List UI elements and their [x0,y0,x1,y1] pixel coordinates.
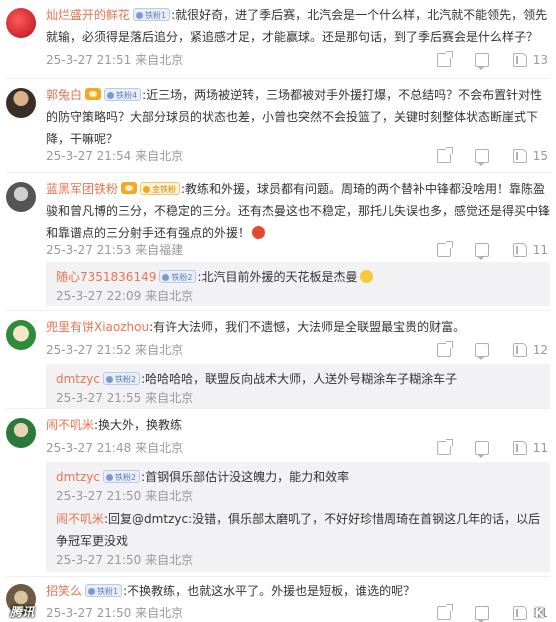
reply-text: :哈哈哈哈，联盟反向战术大师，人送外号糊涂车子糊涂车子 [141,372,458,386]
reply-meta: 25-3-27 22:09 来自北京 [56,289,194,303]
share-icon[interactable] [436,604,453,620]
reply-username[interactable]: 随心7351836149 [56,270,156,284]
comment-icon[interactable] [474,606,489,622]
username[interactable]: 郭兔白 [46,88,82,102]
divider [6,408,550,409]
reply-text: :首钢俱乐部估计没这魄力，能力和效率 [141,470,350,484]
username[interactable]: 兜里有饼Xiaozhou [46,320,149,334]
comment-text: :换大外，换教练 [94,418,183,432]
comment-meta: 25-3-27 21:48 来自北京 [46,441,184,455]
reply-username[interactable]: dmtzyc [56,372,100,386]
comment-meta: 25-3-27 21:53 来自福建 [46,243,184,257]
fan-badge: 铁粉2 [103,470,141,483]
like-icon[interactable] [512,343,527,357]
fan-badge-icon [162,273,170,281]
share-icon[interactable] [436,147,453,163]
reply-meta: 25-3-27 21:55 来自北京 [56,391,194,405]
comment-actions: 11 [436,439,548,458]
reply: dmtzyc 铁粉2:首钢俱乐部估计没这魄力，能力和效率 25-3-27 21:5… [46,462,550,506]
share-icon[interactable] [436,341,453,357]
share-icon[interactable] [436,51,453,67]
like-count: 15 [532,149,548,163]
laugh-emoji-icon [359,270,373,283]
like-icon[interactable] [512,243,527,257]
share-icon[interactable] [436,439,453,455]
reply: 随心7351836149 铁粉2:北汽目前外援的天花板是杰曼 25-3-27 22… [46,262,550,306]
comment-actions: 12 [436,341,548,360]
fan-badge-icon [143,185,151,193]
like-count: 11 [532,243,548,257]
reply-text: :回复@dmtzyc:没错，俱乐部太磨叽了，不好好珍惜周琦在首钢这几年的话，以后… [56,512,541,548]
watermark-logo: 腾讯 [10,605,35,619]
comment-text: :有许大法师，我们不遗憾，大法师是全联盟最宝贵的财富。 [149,320,466,334]
like-count: 12 [532,343,548,357]
comment-icon[interactable] [474,343,489,360]
comment-meta: 25-3-27 21:50 来自北京 [46,606,184,620]
avatar[interactable] [6,88,36,118]
comment-meta: 25-3-27 21:51 来自北京 [46,53,184,67]
username[interactable]: 灿烂盛开的鲜花 [46,8,130,22]
reply-meta: 25-3-27 21:50 来自北京 [56,489,194,503]
comment-icon[interactable] [474,149,489,166]
watermark-mark: K [534,606,544,620]
fan-badge: 铁粉2 [103,372,141,385]
fan-badge: 铁粉1 [85,584,123,597]
reply: 闹不叽米:回复@dmtzyc:没错，俱乐部太磨叽了，不好好珍惜周琦在首钢这几年的… [46,506,550,572]
vip-icon [121,182,138,194]
fan-badge-icon [106,375,114,383]
like-count: 11 [532,441,548,455]
divider [6,78,550,79]
fan-badge: 铁粉1 [133,8,171,21]
share-icon[interactable] [436,241,453,257]
reply-username[interactable]: 闹不叽米 [56,512,104,526]
comment-actions: 13 [436,51,548,70]
username[interactable]: 闹不叽米 [46,418,94,432]
fan-badge-icon [106,473,114,481]
comment-actions: 15 [436,147,548,166]
like-icon[interactable] [512,53,527,67]
fan-badge-icon [136,11,144,19]
comment-actions: 11 [436,241,548,260]
divider [6,576,550,577]
avatar[interactable] [6,418,36,448]
comment-actions: 11 [436,604,548,622]
angry-emoji-icon [252,226,266,239]
reply-meta: 25-3-27 21:50 来自北京 [56,553,194,567]
like-icon[interactable] [512,606,527,620]
divider [6,172,550,173]
like-icon[interactable] [512,149,527,163]
divider [6,310,550,311]
reply: dmtzyc 铁粉2:哈哈哈哈，联盟反向战术大师，人送外号糊涂车子糊涂车子 25-… [46,364,550,408]
fan-badge: 铁粉2 [159,270,197,283]
reply-text: :北汽目前外援的天花板是杰曼 [197,270,358,284]
gold-fan-badge: 金铁粉 [140,182,181,195]
avatar[interactable] [6,182,36,212]
vip-icon [85,88,102,100]
fan-badge: 铁粉4 [104,88,142,101]
username[interactable]: 蓝黑军团铁粉 [46,182,118,196]
comment-meta: 25-3-27 21:54 来自北京 [46,149,184,163]
like-icon[interactable] [512,441,527,455]
fan-badge-icon [88,587,96,595]
like-count: 13 [532,53,548,67]
comment-icon[interactable] [474,53,489,70]
avatar[interactable] [6,320,36,350]
comment-icon[interactable] [474,441,489,458]
comment-text: :不换教练，也就这水平了。外援也是短板，谁选的呢？ [123,584,416,598]
comment-icon[interactable] [474,243,489,260]
reply-username[interactable]: dmtzyc [56,470,100,484]
fan-badge-icon [107,91,115,99]
avatar[interactable] [6,8,36,38]
comment-meta: 25-3-27 21:52 来自北京 [46,343,184,357]
username[interactable]: 招笑么 [46,584,82,598]
